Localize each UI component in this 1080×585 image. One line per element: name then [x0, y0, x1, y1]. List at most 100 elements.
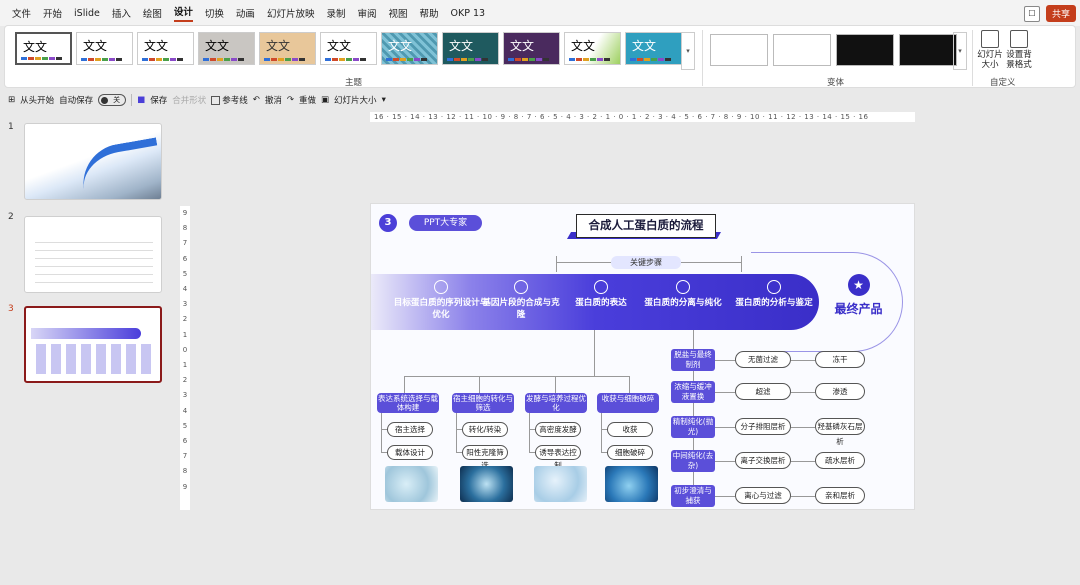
theme-tile-11[interactable]: 文文: [625, 32, 682, 65]
menu-item[interactable]: 帮助: [420, 6, 439, 20]
purification-method: 离子交换层析: [735, 452, 791, 469]
theme-tile-6[interactable]: 文文: [320, 32, 377, 65]
stage-category: 收获与细胞破碎: [597, 393, 659, 413]
slide-canvas[interactable]: 3 PPT大专家 合成人工蛋白质的流程 关键步骤 目标蛋白质的序列设计与优化 基因…: [370, 203, 915, 510]
slide-thumbnail-1[interactable]: [24, 123, 162, 200]
merge-shapes-button[interactable]: 合并形状: [172, 94, 206, 106]
palette-swatch: [421, 58, 427, 61]
theme-tile-8[interactable]: 文文: [442, 32, 499, 65]
ruler-tick: 9: [182, 209, 188, 217]
save-button[interactable]: 保存: [150, 94, 167, 106]
palette-swatch: [468, 58, 474, 61]
slide-thumbnail-2[interactable]: [24, 216, 162, 293]
ruler-tick: 1: [182, 361, 188, 370]
slide-number: 2: [8, 212, 14, 222]
brand-pill: PPT大专家: [409, 215, 482, 231]
theme-palette: [81, 58, 122, 61]
slide-thumbnail-3[interactable]: [24, 306, 162, 383]
redo-button[interactable]: 重做: [299, 94, 316, 106]
menu-item[interactable]: 文件: [12, 6, 31, 20]
key-step-tick: [741, 256, 742, 272]
slide-size-qat-button[interactable]: 幻灯片大小: [334, 94, 377, 106]
divider: [972, 30, 973, 86]
menu-item[interactable]: 动画: [236, 6, 255, 20]
from-start-button[interactable]: 从头开始: [20, 94, 54, 106]
group-label-variants: 变体: [827, 78, 845, 88]
process-step: 目标蛋白质的序列设计与优化: [391, 274, 491, 330]
theme-palette: [325, 58, 366, 61]
theme-tile-10[interactable]: 文文: [564, 32, 621, 65]
ruler-tick: 3: [182, 391, 188, 400]
variant-1[interactable]: [710, 34, 768, 66]
undo-icon[interactable]: ↶: [253, 95, 260, 105]
palette-swatch: [630, 58, 636, 61]
menu-item[interactable]: 审阅: [357, 6, 376, 20]
palette-swatch: [644, 58, 650, 61]
theme-sample-text: 文文: [449, 39, 474, 53]
variant-3[interactable]: [836, 34, 894, 66]
theme-gallery-more-icon[interactable]: ▾: [681, 32, 695, 70]
theme-palette: [264, 58, 305, 61]
palette-swatch: [386, 58, 392, 61]
variant-gallery: [710, 34, 957, 66]
palette-swatch: [360, 58, 366, 61]
save-icon[interactable]: ■: [137, 95, 145, 105]
menu-item[interactable]: 切换: [205, 6, 224, 20]
stage-substep: 高密度发酵: [535, 422, 581, 437]
palette-swatch: [332, 58, 338, 61]
cell-image: [460, 466, 513, 502]
undo-button[interactable]: 撤消: [265, 94, 282, 106]
purification-method: 分子排阻层析: [735, 418, 791, 435]
menu-item[interactable]: 幻灯片放映: [267, 6, 315, 20]
connector: [404, 376, 629, 377]
palette-swatch: [590, 58, 596, 61]
theme-tile-7[interactable]: 文文: [381, 32, 438, 65]
menu-item[interactable]: 绘图: [143, 6, 162, 20]
palette-swatch: [231, 58, 237, 61]
menu-item[interactable]: 设计: [173, 4, 193, 22]
process-step-label: 基因片段的合成与克隆: [482, 298, 560, 320]
theme-palette: [569, 58, 610, 61]
palette-swatch: [271, 58, 277, 61]
connector: [791, 360, 815, 361]
redo-icon[interactable]: ↷: [287, 95, 294, 105]
variant-2[interactable]: [773, 34, 831, 66]
theme-tile-3[interactable]: 文文: [137, 32, 194, 65]
variant-4[interactable]: [899, 34, 957, 66]
menu-item[interactable]: 开始: [43, 6, 62, 20]
connector: [404, 376, 405, 393]
palette-swatch: [414, 58, 420, 61]
variant-gallery-more-icon[interactable]: ▾: [953, 32, 967, 70]
menu-item[interactable]: iSlide: [74, 8, 100, 19]
guides-checkbox[interactable]: 参考线: [211, 94, 248, 106]
palette-swatch: [583, 58, 589, 61]
theme-tile-1[interactable]: 文文: [15, 32, 72, 65]
purification-stage: 初步澄清与捕获: [671, 485, 715, 507]
connector: [456, 452, 462, 453]
stage-substep: 细胞破碎: [607, 445, 653, 460]
purification-method: 冻干: [815, 351, 865, 368]
menu-item[interactable]: OKP 13: [451, 8, 486, 19]
comment-icon[interactable]: ☐: [1023, 5, 1040, 22]
menu-item[interactable]: 插入: [112, 6, 131, 20]
connector: [601, 413, 602, 452]
connector: [529, 413, 530, 452]
palette-swatch: [475, 58, 481, 61]
theme-tile-4[interactable]: 文文: [198, 32, 255, 65]
cell-image: [605, 466, 658, 502]
process-step-label: 蛋白质的分析与鉴定: [735, 298, 813, 308]
slide-size-button[interactable]: 幻灯片大小: [977, 30, 1003, 70]
format-background-button[interactable]: 设置背景格式: [1005, 30, 1033, 70]
theme-tile-9[interactable]: 文文: [503, 32, 560, 65]
share-button[interactable]: 共享: [1045, 5, 1076, 22]
palette-swatch: [339, 58, 345, 61]
thumb-table: [35, 235, 153, 287]
theme-sample-text: 文文: [23, 40, 48, 54]
customize-qat-icon[interactable]: ▾: [382, 95, 386, 105]
menu-item[interactable]: 录制: [326, 6, 345, 20]
theme-tile-5[interactable]: 文文: [259, 32, 316, 65]
menu-item[interactable]: 视图: [388, 6, 407, 20]
palette-swatch: [393, 58, 399, 61]
autosave-toggle[interactable]: 关: [98, 94, 127, 106]
theme-tile-2[interactable]: 文文: [76, 32, 133, 65]
